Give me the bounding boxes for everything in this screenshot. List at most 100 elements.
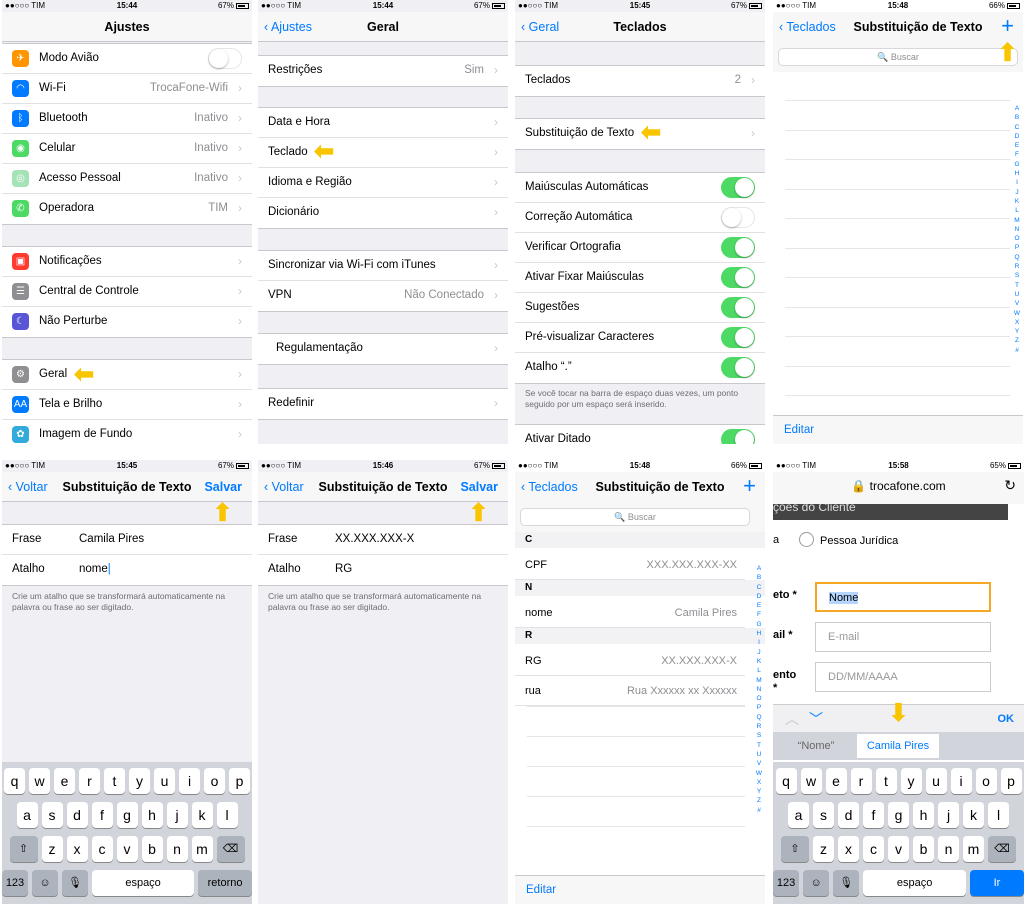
key-y[interactable]: y — [900, 768, 922, 794]
emoji-key[interactable]: ☺ — [32, 870, 58, 896]
shortcut-row[interactable]: Atalho RG — [258, 555, 508, 585]
key-r[interactable]: r — [79, 768, 100, 794]
row-ativar-ditado[interactable]: Ativar Ditado — [515, 425, 765, 444]
index-letter[interactable]: O — [1012, 234, 1022, 243]
row-notifica-es[interactable]: ▣ Notificações › — [2, 247, 252, 277]
toggle-switch[interactable] — [721, 429, 755, 444]
replacement-row[interactable]: RG XX.XXX.XXX-X — [515, 646, 745, 676]
row-redefinir[interactable]: Redefinir › — [258, 389, 508, 419]
key-b[interactable]: b — [141, 836, 163, 862]
done-button[interactable]: OK — [998, 713, 1015, 725]
key-w[interactable]: w — [29, 768, 50, 794]
row-acesso-pessoal[interactable]: ◎ Acesso Pessoal Inativo › — [2, 164, 252, 194]
section-index[interactable]: A B C D E F G H I J K L M N O P Q R S T U V W X Y Z # — [754, 564, 764, 815]
index-letter[interactable]: H — [1012, 169, 1022, 178]
suggestion-replacement[interactable]: Camila Pires — [857, 734, 939, 758]
index-letter[interactable]: I — [1012, 178, 1022, 187]
key-l[interactable]: l — [988, 802, 1009, 828]
row-regulamenta-o[interactable]: Regulamentação › — [258, 334, 508, 364]
key-a[interactable]: a — [788, 802, 809, 828]
key-m[interactable]: m — [963, 836, 984, 862]
key-j[interactable]: j — [166, 802, 188, 828]
index-letter[interactable]: S — [754, 731, 764, 740]
key-o[interactable]: o — [975, 768, 997, 794]
toggle-switch[interactable] — [721, 207, 755, 228]
key-q[interactable]: q — [775, 768, 797, 794]
key-t[interactable]: t — [104, 768, 125, 794]
airplane-mode-toggle[interactable] — [208, 48, 242, 69]
index-letter[interactable]: J — [754, 648, 764, 657]
row-vpn[interactable]: VPN Não Conectado › — [258, 281, 508, 311]
index-letter[interactable]: D — [1012, 132, 1022, 141]
form-input[interactable]: E-mail — [815, 622, 991, 652]
toggle-switch[interactable] — [721, 177, 755, 198]
row-imagem-de-fundo[interactable]: ✿ Imagem de Fundo › — [2, 420, 252, 444]
replacement-row[interactable]: nome Camila Pires — [515, 598, 745, 628]
index-letter[interactable]: V — [1012, 299, 1022, 308]
index-letter[interactable]: E — [754, 601, 764, 610]
toggle-switch[interactable] — [721, 267, 755, 288]
key-s[interactable]: s — [41, 802, 63, 828]
row-restri-es[interactable]: Restrições Sim › — [258, 56, 508, 86]
index-letter[interactable]: X — [1012, 318, 1022, 327]
index-letter[interactable]: S — [1012, 271, 1022, 280]
key-h[interactable]: h — [141, 802, 163, 828]
index-letter[interactable]: H — [754, 629, 764, 638]
row-tela-e-brilho[interactable]: AA Tela e Brilho › — [2, 390, 252, 420]
key-x[interactable]: x — [838, 836, 859, 862]
add-button[interactable]: + — [1001, 15, 1014, 37]
url-field[interactable]: 🔒 trocafone.com — [773, 479, 1024, 493]
key-g[interactable]: g — [888, 802, 909, 828]
key-d[interactable]: d — [838, 802, 859, 828]
row-modo-avi-o[interactable]: ✈ Modo Avião — [2, 44, 252, 74]
form-input[interactable]: DD/MM/AAAA — [815, 662, 991, 692]
key-w[interactable]: w — [800, 768, 822, 794]
phrase-field[interactable]: XX.XXX.XXX-X — [335, 533, 414, 545]
row-operadora[interactable]: ✆ Operadora TIM › — [2, 194, 252, 224]
microphone-key[interactable]: 🎙 — [62, 870, 88, 896]
toggle-switch[interactable] — [721, 357, 755, 378]
index-letter[interactable]: N — [1012, 225, 1022, 234]
key-c[interactable]: c — [91, 836, 113, 862]
edit-button[interactable]: Editar — [526, 884, 556, 896]
index-letter[interactable]: U — [754, 750, 764, 759]
key-k[interactable]: k — [191, 802, 213, 828]
chevron-down-icon[interactable]: ﹀ — [809, 709, 823, 729]
phrase-row[interactable]: Frase Camila Pires — [2, 525, 252, 555]
index-letter[interactable]: C — [1012, 123, 1022, 132]
index-letter[interactable]: R — [1012, 262, 1022, 271]
microphone-key[interactable]: 🎙 — [833, 870, 860, 896]
index-letter[interactable]: W — [754, 769, 764, 778]
key-v[interactable]: v — [888, 836, 909, 862]
index-letter[interactable]: O — [754, 694, 764, 703]
index-letter[interactable]: Q — [1012, 253, 1022, 262]
index-letter[interactable]: V — [754, 759, 764, 768]
key-n[interactable]: n — [938, 836, 959, 862]
row-n-o-perturbe[interactable]: ☾ Não Perturbe › — [2, 307, 252, 337]
search-input[interactable]: 🔍 Buscar — [520, 508, 750, 526]
row-geral[interactable]: ⚙ Geral › — [2, 360, 252, 390]
shortcut-field[interactable]: RG — [335, 563, 352, 575]
space-key[interactable]: espaço — [863, 870, 966, 896]
row-corre-o-autom-tica[interactable]: Correção Automática — [515, 203, 765, 233]
shift-key[interactable]: ⇧ — [9, 836, 38, 862]
row-teclado[interactable]: Teclado › — [258, 138, 508, 168]
shortcut-field[interactable]: nome| — [79, 563, 111, 575]
index-letter[interactable]: M — [1012, 216, 1022, 225]
row-sincronizar-via-wi-fi-com-itunes[interactable]: Sincronizar via Wi-Fi com iTunes › — [258, 251, 508, 281]
index-letter[interactable]: C — [754, 583, 764, 592]
key-z[interactable]: z — [41, 836, 63, 862]
row-teclados[interactable]: Teclados 2 › — [515, 66, 765, 96]
key-c[interactable]: c — [863, 836, 884, 862]
key-b[interactable]: b — [913, 836, 934, 862]
index-letter[interactable]: # — [1012, 346, 1022, 355]
emoji-key[interactable]: ☺ — [803, 870, 830, 896]
save-button[interactable]: Salvar — [204, 480, 242, 494]
row-atalho-[interactable]: Atalho “.” — [515, 353, 765, 383]
index-letter[interactable]: U — [1012, 290, 1022, 299]
index-letter[interactable]: A — [1012, 104, 1022, 113]
key-s[interactable]: s — [813, 802, 834, 828]
key-x[interactable]: x — [66, 836, 88, 862]
key-k[interactable]: k — [963, 802, 984, 828]
key-m[interactable]: m — [191, 836, 213, 862]
